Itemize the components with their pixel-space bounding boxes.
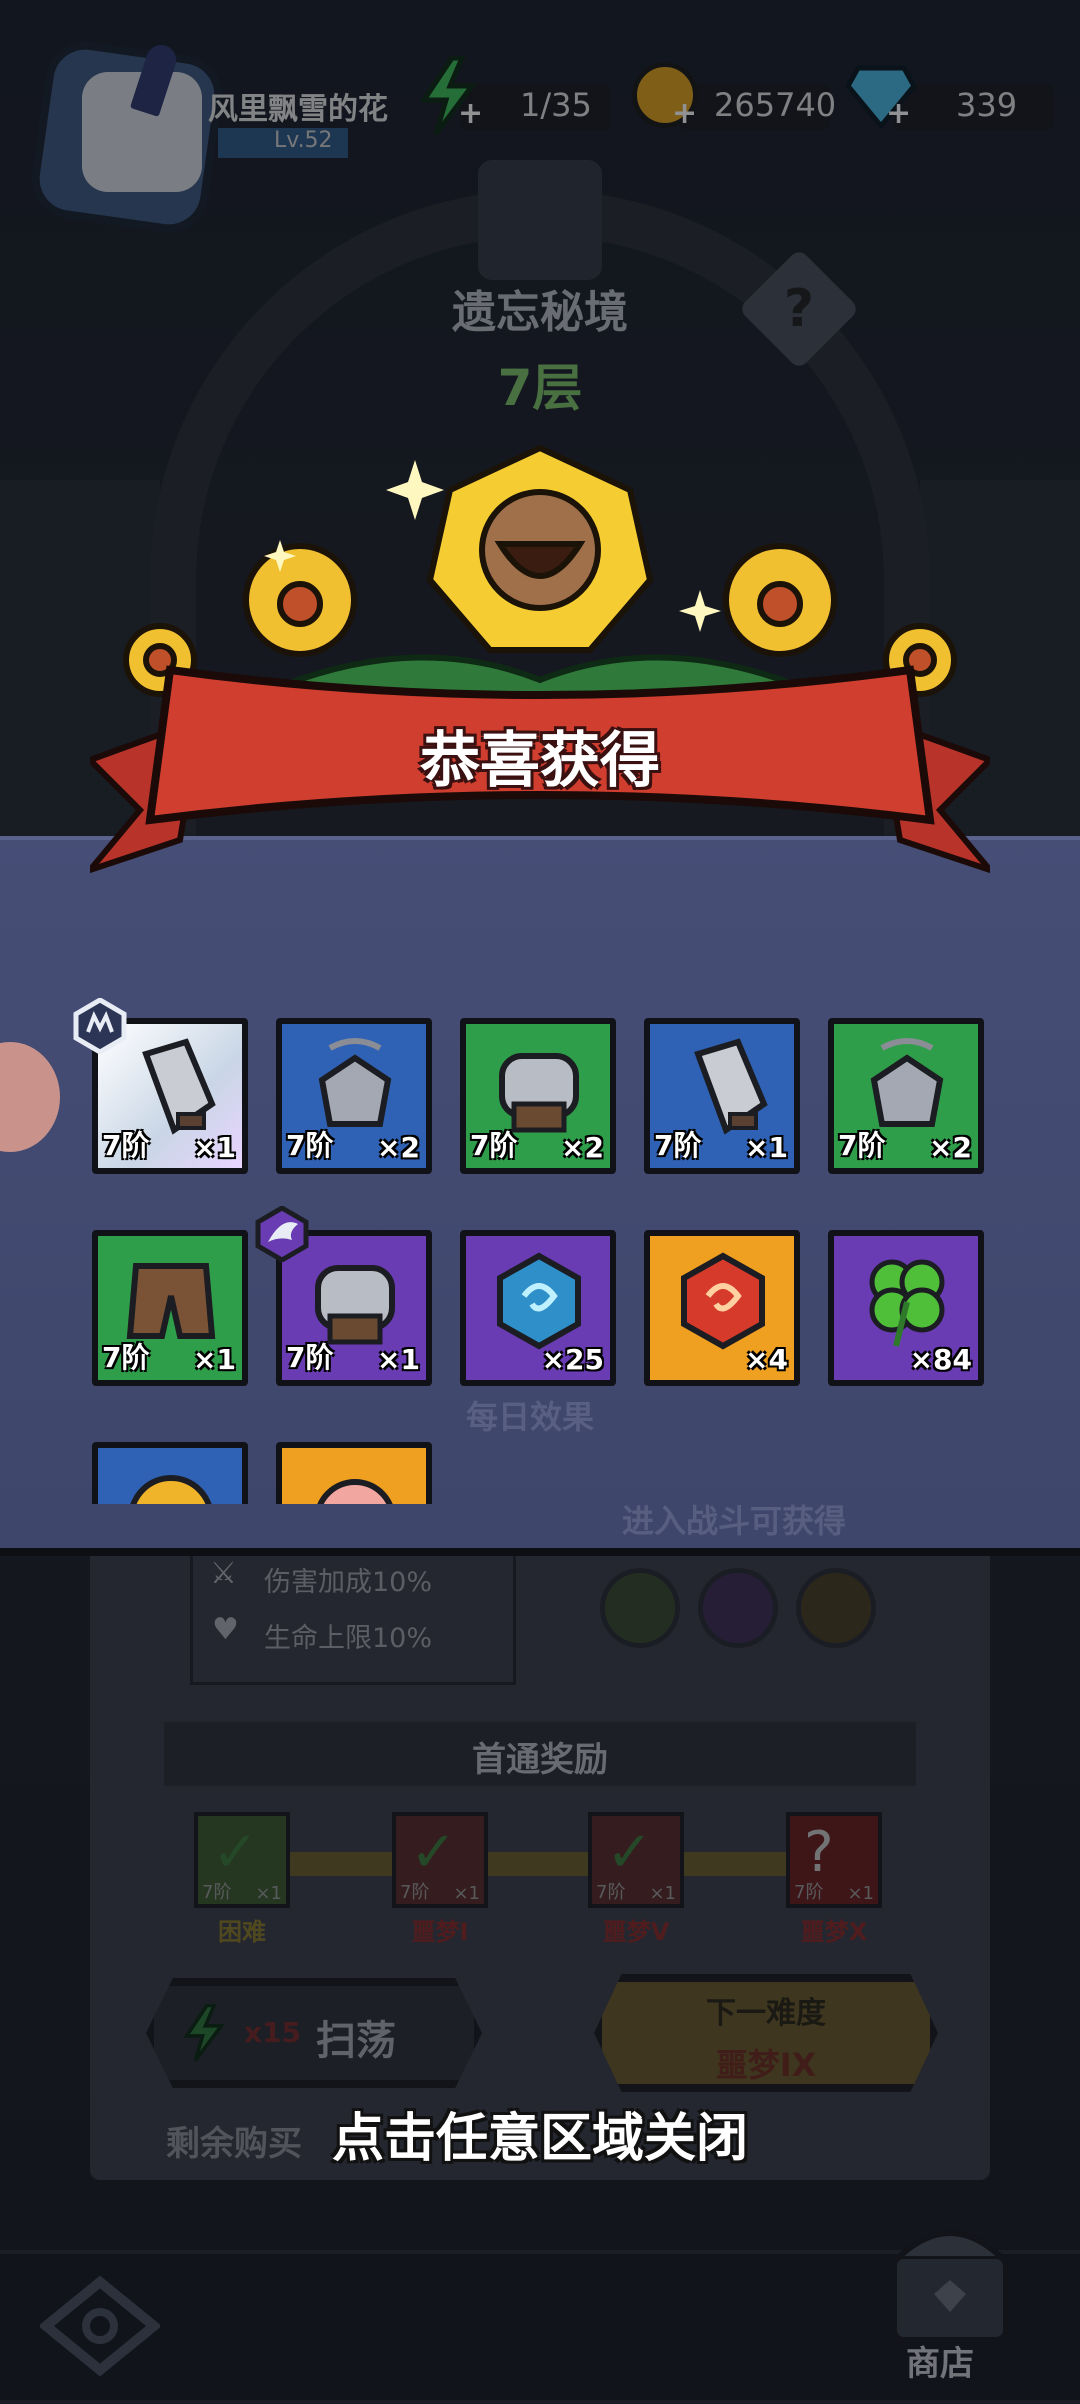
item-qty: ×4 (745, 1343, 788, 1376)
congrats-banner (90, 444, 990, 874)
item-qty: ×2 (929, 1131, 972, 1164)
reward-item-grid: 7阶 ×1 7阶 ×2 7阶 ×2 7阶 ×1 7阶 ×2 7阶 ×1 7阶 ×… (92, 1018, 992, 1504)
reward-item[interactable]: ×84 (828, 1230, 984, 1386)
item-qty: ×1 (745, 1131, 788, 1164)
item-tier: 7阶 (654, 1129, 702, 1162)
reward-item[interactable]: ×25 (460, 1230, 616, 1386)
flower-icon (123, 444, 957, 697)
reward-item[interactable]: 7阶 ×1 (92, 1230, 248, 1386)
wing-badge-icon (255, 1206, 309, 1262)
item-qty: ×1 (193, 1343, 236, 1376)
red-gem-icon (681, 1252, 765, 1350)
item-qty: ×25 (541, 1343, 604, 1376)
item-qty: ×2 (561, 1131, 604, 1164)
clover-icon (869, 1259, 945, 1347)
item-tier: 7阶 (286, 1341, 334, 1374)
reward-item[interactable] (276, 1442, 432, 1504)
reward-item[interactable]: 7阶 ×2 (276, 1018, 432, 1174)
item-tier: 7阶 (838, 1129, 886, 1162)
reward-item[interactable]: 7阶 ×2 (460, 1018, 616, 1174)
item-qty: ×84 (909, 1343, 972, 1376)
item-tier: 7阶 (102, 1129, 150, 1162)
reward-item[interactable]: ×4 (644, 1230, 800, 1386)
item-qty: ×2 (377, 1131, 420, 1164)
rarity-badge-icon (73, 998, 127, 1054)
peach-icon (317, 1479, 393, 1504)
item-qty: ×1 (193, 1131, 236, 1164)
close-hint[interactable]: 点击任意区域关闭 (0, 2096, 1080, 2171)
item-tier: 7阶 (102, 1341, 150, 1374)
popup-title: 恭喜获得 (420, 726, 660, 796)
reward-item[interactable]: 7阶 ×2 (828, 1018, 984, 1174)
reward-item[interactable]: 7阶 ×1 (644, 1018, 800, 1174)
blue-gem-icon (497, 1252, 581, 1350)
reward-item[interactable] (92, 1442, 248, 1504)
item-qty: ×1 (377, 1343, 420, 1376)
coin-icon (130, 1475, 212, 1504)
item-tier: 7阶 (286, 1129, 334, 1162)
item-tier: 7阶 (470, 1129, 518, 1162)
